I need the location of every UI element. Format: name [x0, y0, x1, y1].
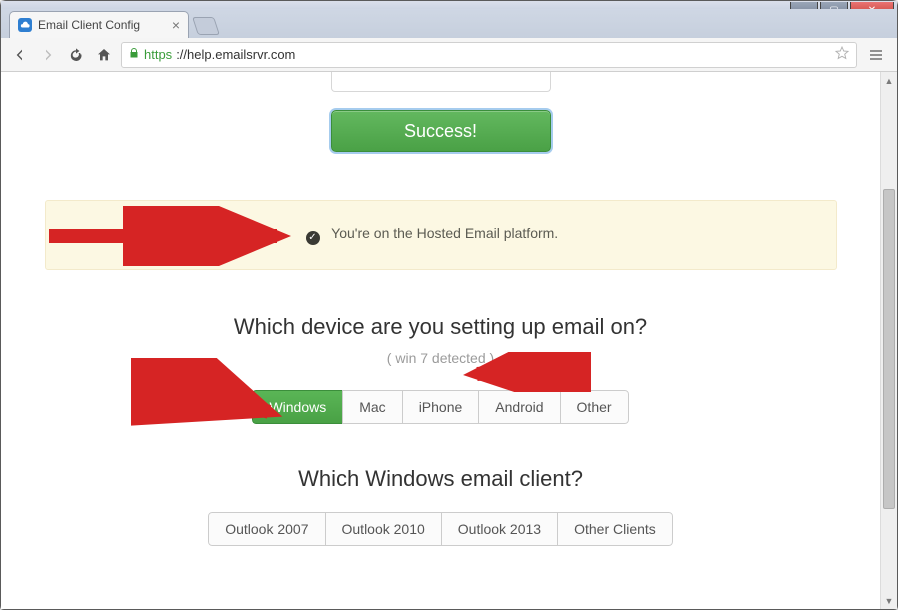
window-title-bar[interactable]: [1, 1, 897, 9]
success-button[interactable]: Success!: [331, 110, 551, 152]
device-option-android[interactable]: Android: [478, 390, 560, 424]
page-content: Success! ✓ You're on the Hosted Email pl…: [1, 72, 880, 609]
scroll-up-button[interactable]: ▲: [881, 72, 897, 89]
scroll-thumb[interactable]: [883, 189, 895, 509]
vertical-scrollbar[interactable]: ▲ ▼: [880, 72, 897, 609]
address-bar[interactable]: https ://help.emailsrvr.com: [121, 42, 857, 68]
check-circle-icon: ✓: [306, 231, 320, 245]
device-button-group: Windows Mac iPhone Android Other: [252, 390, 628, 424]
new-tab-button[interactable]: [192, 17, 220, 35]
device-option-mac[interactable]: Mac: [342, 390, 402, 424]
option-label: Windows: [269, 399, 326, 415]
url-text: ://help.emailsrvr.com: [176, 47, 295, 62]
email-field[interactable]: [331, 72, 551, 92]
alert-text: You're on the Hosted Email platform.: [331, 225, 558, 241]
reload-button[interactable]: [65, 44, 87, 66]
lock-icon: [128, 47, 140, 62]
client-option-outlook-2007[interactable]: Outlook 2007: [208, 512, 325, 546]
client-button-group: Outlook 2007 Outlook 2010 Outlook 2013 Othe…: [208, 512, 673, 546]
back-button[interactable]: [9, 44, 31, 66]
tab-title: Email Client Config: [38, 18, 140, 32]
browser-tab[interactable]: Email Client Config ×: [9, 11, 189, 38]
page-viewport[interactable]: Success! ✓ You're on the Hosted Email pl…: [1, 72, 880, 609]
option-label: Outlook 2013: [458, 521, 541, 537]
device-option-other[interactable]: Other: [560, 390, 629, 424]
browser-window: — ▢ ✕ Email Client Config ×: [0, 0, 898, 610]
client-option-other-clients[interactable]: Other Clients: [557, 512, 673, 546]
platform-alert: ✓ You're on the Hosted Email platform.: [45, 200, 837, 270]
device-option-windows[interactable]: Windows: [252, 390, 343, 424]
success-button-label: Success!: [404, 121, 477, 142]
bookmark-star-icon[interactable]: [834, 45, 850, 64]
option-label: iPhone: [419, 399, 463, 415]
option-label: Outlook 2010: [342, 521, 425, 537]
toolbar: https ://help.emailsrvr.com: [1, 38, 897, 72]
detected-note: ( win 7 detected ): [387, 350, 494, 366]
option-label: Outlook 2007: [225, 521, 308, 537]
option-label: Other Clients: [574, 521, 656, 537]
client-option-outlook-2010[interactable]: Outlook 2010: [325, 512, 442, 546]
home-button[interactable]: [93, 44, 115, 66]
cloud-icon: [18, 18, 32, 32]
scroll-down-button[interactable]: ▼: [881, 592, 897, 609]
tab-strip: Email Client Config ×: [1, 9, 897, 38]
device-heading: Which device are you setting up email on…: [234, 314, 647, 340]
client-option-outlook-2013[interactable]: Outlook 2013: [441, 512, 558, 546]
chrome-menu-button[interactable]: [863, 42, 889, 68]
option-label: Mac: [359, 399, 385, 415]
option-label: Other: [577, 399, 612, 415]
url-scheme: https: [144, 47, 172, 62]
viewport-area: Success! ✓ You're on the Hosted Email pl…: [1, 72, 897, 609]
scroll-track[interactable]: [881, 89, 897, 592]
tab-close-icon[interactable]: ×: [172, 17, 180, 33]
forward-button[interactable]: [37, 44, 59, 66]
device-option-iphone[interactable]: iPhone: [402, 390, 480, 424]
option-label: Android: [495, 399, 543, 415]
client-heading: Which Windows email client?: [298, 466, 583, 492]
